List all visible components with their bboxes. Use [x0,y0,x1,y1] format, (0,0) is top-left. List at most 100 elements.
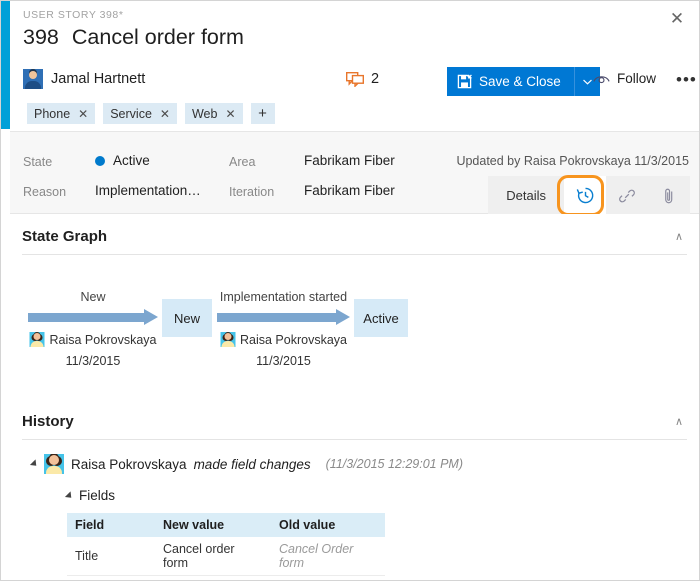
area-value[interactable]: Fabrikam Fiber [304,153,395,168]
history-fields-label: Fields [79,488,115,503]
history-entry[interactable]: Raisa Pokrovskaya made field changes (11… [32,454,699,474]
edge-shaft [217,313,336,322]
tags-list: Phone ✕ Service ✕ Web ✕ + [27,103,275,124]
history-title: History [22,413,74,430]
state-node-label: New [174,311,200,326]
tag-label: Service [110,107,152,121]
save-icon [457,74,472,89]
field-changes-table: Field New value Old value Title Cancel o… [67,513,385,580]
state-graph-section-header: State Graph ∧ [22,214,687,255]
page-title: 398 Cancel order form [23,25,244,50]
edge-shaft [28,313,144,322]
remove-tag-icon[interactable]: ✕ [160,107,170,121]
eye-icon [593,73,610,85]
state-node-new: New [162,299,212,337]
state-graph: New Raisa Pokrovskaya 11/3/2015 New Impl… [10,261,699,381]
history-action: made field changes [194,457,311,472]
cell-field: Title [67,537,155,576]
cell-field: Rev [67,576,155,581]
tag-chip[interactable]: Web ✕ [185,103,243,124]
cell-new-value: Cancel order form [155,537,271,576]
edge-arrowhead [144,309,158,325]
state-value[interactable]: Active [95,153,150,168]
work-item-id: 398 [23,25,59,50]
state-label: State [23,155,52,169]
chevron-down-icon [583,79,592,85]
comment-icon [346,72,364,87]
attachment-icon [661,187,677,205]
state-dot-icon [95,156,105,166]
tab-details[interactable]: Details [488,176,564,215]
remove-tag-icon[interactable]: ✕ [78,107,88,121]
tag-label: Phone [34,107,70,121]
state-node-label: Active [363,311,398,326]
save-and-close-group: Save & Close [447,67,600,96]
edge-date: 11/3/2015 [66,354,121,368]
table-row: Title Cancel order form Cancel Order for… [67,537,385,576]
link-icon [618,187,636,205]
column-header-old-value: Old value [271,513,385,537]
tag-chip[interactable]: Service ✕ [103,103,177,124]
tab-history[interactable] [564,176,606,215]
discussion-count-value: 2 [371,71,379,87]
more-actions-button[interactable]: ••• [676,70,697,90]
edge-date: 11/3/2015 [256,354,311,368]
edge-label: Implementation started [220,290,347,304]
work-item-window: ✕ USER STORY 398* 398 Cancel order form … [0,0,700,581]
save-close-label: Save & Close [479,74,561,89]
tab-attachments[interactable] [648,176,690,215]
column-header-field: Field [67,513,155,537]
tag-chip[interactable]: Phone ✕ [27,103,95,124]
remove-tag-icon[interactable]: ✕ [225,107,235,121]
follow-button[interactable]: Follow [593,71,656,86]
iteration-label: Iteration [229,185,274,199]
table-row: Rev 3 2 [67,576,385,581]
state-transition-edge: Implementation started Raisa Pokrovskaya… [217,309,350,326]
assigned-to-name: Jamal Hartnett [51,71,145,87]
cell-new-value: 3 [155,576,271,581]
history-fields-group[interactable]: Fields [67,488,699,503]
tab-details-label: Details [506,188,546,203]
work-item-type-accent-bar [1,1,10,129]
follow-label: Follow [617,71,656,86]
reason-label: Reason [23,185,66,199]
work-item-title[interactable]: Cancel order form [72,25,244,50]
expander-triangle-icon[interactable] [65,491,74,500]
cell-old-value: 2 [271,576,385,581]
discussion-count[interactable]: 2 [346,71,379,87]
history-section-header: History ∧ [22,399,687,440]
edge-arrowhead [336,309,350,325]
chevron-up-icon[interactable]: ∧ [675,230,683,243]
work-item-field-strip: State Active Reason Implementation… Area… [10,131,699,214]
avatar [220,332,235,347]
updated-by-text: Updated by Raisa Pokrovskaya 11/3/2015 [456,154,689,168]
tag-label: Web [192,107,217,121]
save-close-button[interactable]: Save & Close [447,67,574,96]
state-node-active: Active [354,299,408,337]
history-person: Raisa Pokrovskaya [71,457,187,472]
edge-label: New [80,290,105,304]
add-tag-button[interactable]: + [251,103,275,124]
reason-value[interactable]: Implementation… [95,183,201,198]
edge-person-name: Raisa Pokrovskaya [50,333,157,347]
edge-person-name: Raisa Pokrovskaya [240,333,347,347]
work-item-tab-bar: Details [488,176,690,215]
chevron-up-icon[interactable]: ∧ [675,415,683,428]
work-item-header: ✕ USER STORY 398* 398 Cancel order form … [10,1,699,129]
avatar [44,454,64,474]
close-icon[interactable]: ✕ [659,3,695,33]
area-label: Area [229,155,255,169]
column-header-new-value: New value [155,513,271,537]
avatar [23,69,43,89]
cell-old-value: Cancel Order form [271,537,385,576]
history-timestamp: (11/3/2015 12:29:01 PM) [326,457,463,471]
iteration-value[interactable]: Fabrikam Fiber [304,183,395,198]
table-header-row: Field New value Old value [67,513,385,537]
state-graph-title: State Graph [22,228,107,245]
expander-triangle-icon[interactable] [30,459,39,468]
edge-person: Raisa Pokrovskaya [220,332,347,347]
edge-person: Raisa Pokrovskaya [30,332,157,347]
assigned-to-field[interactable]: Jamal Hartnett [23,69,145,89]
tab-links[interactable] [606,176,648,215]
breadcrumb: USER STORY 398* [23,9,123,21]
